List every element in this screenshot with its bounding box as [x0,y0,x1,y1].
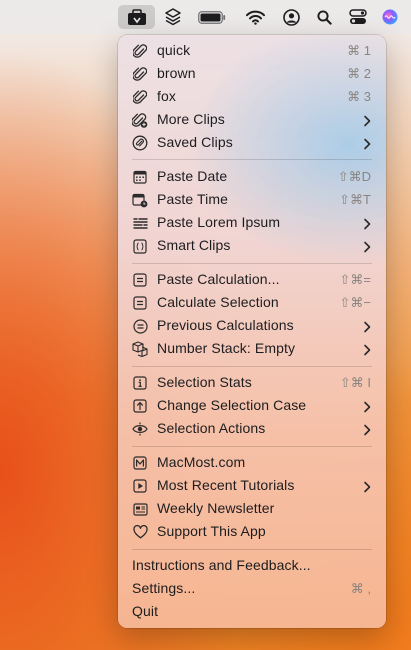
clipboard-menu: quick ⌘ 1 brown ⌘ 2 fox ⌘ 3 More Clips S… [118,35,386,628]
menu-item-clip-1[interactable]: quick ⌘ 1 [118,40,386,62]
newspaper-icon [132,501,148,517]
menu-item-label: Weekly Newsletter [157,500,275,516]
battery-icon[interactable] [197,0,227,34]
menu-item-quit[interactable]: Quit [118,601,386,623]
equals-circle-icon [132,318,148,334]
chevron-right-icon [363,480,371,493]
target-eye-icon [132,421,148,437]
menu-item-label: Paste Lorem Ipsum [157,214,281,230]
play-box-icon [132,478,148,494]
keyboard-shortcut: ⌘ , [350,581,371,596]
arrow-up-box-icon [132,398,148,414]
chevron-right-icon [363,137,371,150]
siri-icon[interactable] [380,0,400,34]
menu-separator [132,549,372,550]
menu-item-label: quick [157,42,191,58]
menu-item-macmost[interactable]: MacMost.com [118,452,386,474]
layers-icon[interactable] [161,0,185,34]
menu-item-most-recent-tutorials[interactable]: Most Recent Tutorials [118,475,386,497]
control-center-icon[interactable] [346,0,370,34]
menu-item-label: Calculate Selection [157,294,279,310]
chevron-right-icon [363,400,371,413]
menu-item-clip-3[interactable]: fox ⌘ 3 [118,86,386,108]
info-box-icon [132,375,148,391]
menu-item-label: Settings... [132,580,196,596]
menu-item-label: Selection Stats [157,374,252,390]
chevron-right-icon [363,114,371,127]
menu-item-instructions-feedback[interactable]: Instructions and Feedback... [118,555,386,577]
menu-separator [132,159,372,160]
menu-item-label: Quit [132,603,159,619]
chevron-right-icon [363,343,371,356]
menu-item-label: Paste Calculation... [157,271,280,287]
menu-item-selection-stats[interactable]: Selection Stats ⇧⌘ I [118,372,386,394]
keyboard-shortcut: ⇧⌘D [337,169,371,184]
clipboard-toolbox-icon[interactable] [118,0,155,34]
menu-item-label: Most Recent Tutorials [157,477,295,493]
menu-item-label: Instructions and Feedback... [132,557,311,573]
menu-item-label: Smart Clips [157,237,231,253]
keyboard-shortcut: ⌘ 2 [347,66,371,81]
menu-item-paste-lorem-ipsum[interactable]: Paste Lorem Ipsum [118,212,386,234]
menu-item-selection-actions[interactable]: Selection Actions [118,418,386,440]
keyboard-shortcut: ⇧⌘ I [339,375,371,390]
menu-item-previous-calculations[interactable]: Previous Calculations [118,315,386,337]
menu-item-number-stack[interactable]: Number Stack: Empty [118,338,386,360]
equals-box-icon [132,295,148,311]
paperclip-plus-icon [132,112,148,128]
paperclip-icon [132,89,148,105]
menu-item-label: Previous Calculations [157,317,294,333]
equals-box-icon [132,272,148,288]
keyboard-shortcut: ⇧⌘T [339,192,371,207]
menu-item-label: Paste Date [157,168,228,184]
menu-item-label: Support This App [157,523,266,539]
menu-separator [132,263,372,264]
keyboard-shortcut: ⇧⌘− [339,295,371,310]
menu-separator [132,446,372,447]
menu-item-label: Saved Clips [157,134,233,150]
menu-item-label: More Clips [157,111,225,127]
menu-item-label: Selection Actions [157,420,266,436]
paperclip-icon [132,66,148,82]
menu-item-weekly-newsletter[interactable]: Weekly Newsletter [118,498,386,520]
menu-separator [132,366,372,367]
stacked-cubes-icon [132,341,148,357]
keyboard-shortcut: ⌘ 1 [347,43,371,58]
menu-bar [0,0,411,34]
heart-icon [132,524,148,540]
keyboard-shortcut: ⇧⌘= [339,272,371,287]
menu-item-calculate-selection[interactable]: Calculate Selection ⇧⌘− [118,292,386,314]
menu-item-smart-clips[interactable]: Smart Clips [118,235,386,257]
chevron-right-icon [363,320,371,333]
paperclip-icon [132,43,148,59]
keyboard-shortcut: ⌘ 3 [347,89,371,104]
chevron-right-icon [363,240,371,253]
menu-item-label: brown [157,65,196,81]
user-account-icon[interactable] [280,0,302,34]
menu-item-saved-clips[interactable]: Saved Clips [118,132,386,154]
chevron-right-icon [363,217,371,230]
menu-item-label: Number Stack: Empty [157,340,296,356]
saved-clips-icon [132,135,148,151]
menu-item-label: Change Selection Case [157,397,307,413]
menu-item-label: fox [157,88,176,104]
menu-item-label: Paste Time [157,191,229,207]
menu-item-label: MacMost.com [157,454,246,470]
text-lines-icon [132,215,148,231]
curly-braces-doc-icon [132,238,148,254]
wifi-icon[interactable] [243,0,267,34]
calendar-clock-icon [132,192,148,208]
macmost-logo-icon [132,455,148,471]
menu-item-paste-time[interactable]: Paste Time ⇧⌘T [118,189,386,211]
menu-item-change-selection-case[interactable]: Change Selection Case [118,395,386,417]
menu-item-clip-2[interactable]: brown ⌘ 2 [118,63,386,85]
chevron-right-icon [363,423,371,436]
menu-item-paste-date[interactable]: Paste Date ⇧⌘D [118,166,386,188]
search-icon[interactable] [314,0,334,34]
calendar-icon [132,169,148,185]
menu-item-support-this-app[interactable]: Support This App [118,521,386,543]
menu-item-paste-calculation[interactable]: Paste Calculation... ⇧⌘= [118,269,386,291]
menu-item-settings[interactable]: Settings... ⌘ , [118,578,386,600]
menu-item-more-clips[interactable]: More Clips [118,109,386,131]
